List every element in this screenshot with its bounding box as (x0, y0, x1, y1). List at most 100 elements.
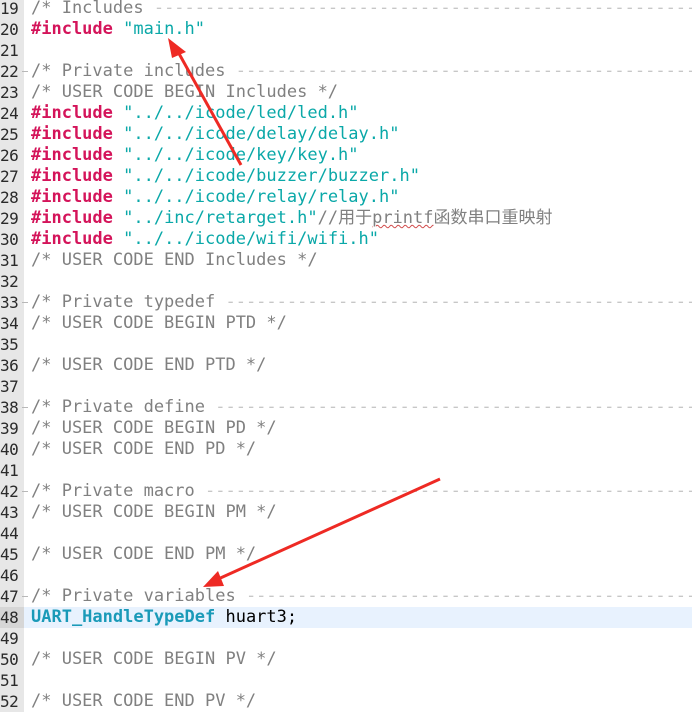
line-number: 47 (0, 586, 24, 607)
line-number: 39 (0, 418, 24, 439)
code-line[interactable]: 36 /* USER CODE END PTD */ (0, 355, 692, 376)
code-line[interactable]: 34 /* USER CODE BEGIN PTD */ (0, 313, 692, 334)
code-token: #include (31, 166, 124, 186)
code-line[interactable]: 21 (0, 40, 692, 61)
code-line[interactable]: 29 #include "../inc/retarget.h"//用于printf… (0, 208, 692, 229)
code-line[interactable]: 44 (0, 523, 692, 544)
code-text[interactable]: /* USER CODE END PTD */ (31, 355, 692, 376)
line-number: 46 (0, 565, 24, 586)
code-token: /* Private define (31, 397, 216, 417)
line-number: 48 (0, 607, 24, 628)
fold-marker-icon[interactable] (22, 71, 28, 73)
code-line[interactable]: 25 #include "../../icode/delay/delay.h" (0, 124, 692, 145)
code-line[interactable]: 19 /* Includes --------------------------… (0, 0, 692, 19)
code-line[interactable]: 47 /* Private variables -----------------… (0, 586, 692, 607)
code-line[interactable]: 42 /* Private macro ---------------------… (0, 481, 692, 502)
code-line[interactable]: 43 /* USER CODE BEGIN PM */ (0, 502, 692, 523)
code-token: /* Private macro (31, 481, 205, 501)
code-token: //用于 (317, 208, 373, 228)
code-line[interactable]: 41 (0, 460, 692, 481)
code-token: "../../icode/key/key.h" (123, 145, 359, 165)
code-line[interactable]: 52 /* USER CODE END PV */ (0, 691, 692, 712)
comment-dash-rule: ----------------------------------------… (225, 292, 692, 312)
code-text[interactable]: /* USER CODE END Includes */ (31, 250, 692, 271)
code-token: #include (31, 103, 124, 123)
code-line[interactable]: 31 /* USER CODE END Includes */ (0, 250, 692, 271)
code-line[interactable]: 30 #include "../../icode/wifi/wifi.h" (0, 229, 692, 250)
code-text[interactable]: /* Private includes --------------------… (31, 61, 692, 82)
code-text[interactable]: #include "../../icode/buzzer/buzzer.h" (31, 166, 692, 187)
code-token: /* USER CODE END Includes */ (31, 250, 318, 270)
code-line[interactable]: 51 (0, 670, 692, 691)
code-line[interactable]: 46 (0, 565, 692, 586)
code-token: /* USER CODE END PM */ (31, 544, 257, 564)
code-line[interactable]: 35 (0, 334, 692, 355)
code-line[interactable]: 49 (0, 628, 692, 649)
line-number: 27 (0, 166, 24, 187)
code-text[interactable]: /* USER CODE END PD */ (31, 439, 692, 460)
code-line[interactable]: 37 (0, 376, 692, 397)
code-line[interactable]: 20 #include "main.h" (0, 19, 692, 40)
fold-marker-icon[interactable] (22, 407, 28, 409)
code-text[interactable]: #include "main.h" (31, 19, 692, 40)
line-number: 21 (0, 40, 24, 61)
code-line[interactable]: 32 (0, 271, 692, 292)
code-token: /* USER CODE BEGIN PD */ (31, 418, 277, 438)
code-text[interactable]: /* USER CODE BEGIN PD */ (31, 418, 692, 439)
code-line[interactable]: 45 /* USER CODE END PM */ (0, 544, 692, 565)
code-token: /* USER CODE BEGIN PM */ (31, 502, 277, 522)
comment-dash-rule: ----------------------------------------… (235, 61, 692, 81)
comment-dash-rule: ----------------------------------------… (153, 0, 692, 18)
line-number: 49 (0, 628, 24, 649)
code-text[interactable]: /* USER CODE END PM */ (31, 544, 692, 565)
line-number: 23 (0, 82, 24, 103)
fold-marker-icon[interactable] (22, 302, 28, 304)
code-text[interactable]: /* USER CODE BEGIN PV */ (31, 649, 692, 670)
code-line[interactable]: 40 /* USER CODE END PD */ (0, 439, 692, 460)
code-line[interactable]: 33 /* Private typedef -------------------… (0, 292, 692, 313)
line-number: 34 (0, 313, 24, 334)
code-line[interactable]: 26 #include "../../icode/key/key.h" (0, 145, 692, 166)
code-text[interactable]: #include "../../icode/key/key.h" (31, 145, 692, 166)
code-line[interactable]: 27 #include "../../icode/buzzer/buzzer.h" (0, 166, 692, 187)
code-text[interactable]: /* Private typedef ---------------------… (31, 292, 692, 313)
code-text[interactable]: /* Private variables -------------------… (31, 586, 692, 607)
code-token: /* Private variables (31, 586, 246, 606)
code-token: /* USER CODE BEGIN Includes */ (31, 82, 339, 102)
line-number: 31 (0, 250, 24, 271)
code-token: /* USER CODE BEGIN PTD */ (31, 313, 287, 333)
code-text[interactable]: #include "../../icode/relay/relay.h" (31, 187, 692, 208)
code-editor[interactable]: 19 /* Includes --------------------------… (0, 0, 692, 712)
code-line[interactable]: 23 /* USER CODE BEGIN Includes */ (0, 82, 692, 103)
code-line[interactable]: 24 #include "../../icode/led/led.h" (0, 103, 692, 124)
code-token: "main.h" (123, 19, 206, 39)
code-text[interactable]: /* USER CODE BEGIN PM */ (31, 502, 692, 523)
code-text[interactable]: UART_HandleTypeDef huart3; (31, 607, 692, 628)
code-text[interactable]: /* Private macro -----------------------… (31, 481, 692, 502)
code-text[interactable]: /* USER CODE BEGIN PTD */ (31, 313, 692, 334)
code-line[interactable]: 50 /* USER CODE BEGIN PV */ (0, 649, 692, 670)
code-text[interactable]: #include "../inc/retarget.h"//用于printf函数… (31, 208, 692, 229)
code-text[interactable]: /* USER CODE END PV */ (31, 691, 692, 712)
code-line[interactable]: 48 UART_HandleTypeDef huart3; (0, 607, 692, 628)
code-text[interactable]: #include "../../icode/delay/delay.h" (31, 124, 692, 145)
code-line[interactable]: 28 #include "../../icode/relay/relay.h" (0, 187, 692, 208)
line-number: 38 (0, 397, 24, 418)
code-token: huart3; (215, 607, 298, 627)
line-number: 22 (0, 61, 24, 82)
code-line[interactable]: 39 /* USER CODE BEGIN PD */ (0, 418, 692, 439)
code-text[interactable]: #include "../../icode/led/led.h" (31, 103, 692, 124)
code-line[interactable]: 22 /* Private includes ------------------… (0, 61, 692, 82)
code-text[interactable]: #include "../../icode/wifi/wifi.h" (31, 229, 692, 250)
code-text[interactable]: /* USER CODE BEGIN Includes */ (31, 82, 692, 103)
code-token: #include (31, 208, 124, 228)
code-text[interactable]: /* Private define ----------------------… (31, 397, 692, 418)
fold-marker-icon[interactable] (22, 491, 28, 493)
code-token: "../inc/retarget.h" (123, 208, 318, 228)
fold-marker-icon[interactable] (22, 596, 28, 598)
code-token: /* USER CODE END PTD */ (31, 355, 267, 375)
code-line[interactable]: 38 /* Private define --------------------… (0, 397, 692, 418)
code-token: "../../icode/buzzer/buzzer.h" (123, 166, 420, 186)
line-number: 43 (0, 502, 24, 523)
code-text[interactable]: /* Includes ----------------------------… (31, 0, 692, 19)
